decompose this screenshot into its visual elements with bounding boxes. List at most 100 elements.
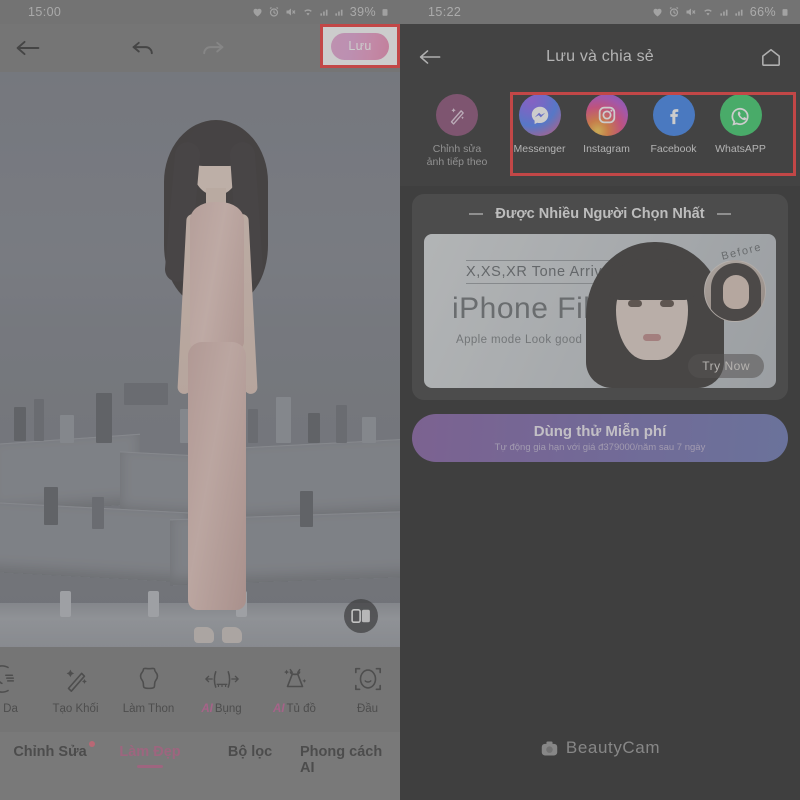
status-time: 15:00 [10, 5, 61, 19]
signal-icon [734, 6, 745, 18]
tool-slim[interactable]: Làm Thon [112, 664, 185, 715]
tool-label: AIBụng [201, 703, 241, 715]
promo-card[interactable]: Được Nhiều Người Chọn Nhất X,XS,XR Tone … [412, 194, 788, 400]
skin-icon [0, 664, 18, 694]
status-bar-left: 15:00 39% [0, 0, 400, 24]
tool-ai-belly[interactable]: AIBụng [185, 664, 258, 715]
instagram-icon [586, 94, 628, 136]
before-thumbnail [704, 260, 766, 322]
tab-phong-cach-ai[interactable]: Phong cách AI [300, 744, 400, 784]
cta-title: Dùng thử Miễn phí [534, 423, 667, 440]
tool-label: Tạo Khối [52, 703, 98, 715]
magic-wand-icon [61, 664, 91, 694]
battery-percent: 66% [750, 5, 776, 19]
home-icon [760, 47, 782, 67]
share-app-facebook[interactable]: Facebook [640, 94, 707, 156]
photo-canvas[interactable] [0, 72, 400, 647]
redo-button[interactable] [199, 39, 225, 57]
arrow-left-icon [15, 39, 41, 57]
tab-label: Phong cách AI [300, 744, 400, 776]
save-button-highlight: Lưu [320, 24, 400, 68]
ai-badge: AI [273, 703, 285, 715]
cta-subtitle: Tự động gia hạn với giá đ379000/năm sau … [495, 442, 706, 453]
tool-label-text: Bụng [215, 703, 242, 715]
divider-right [717, 213, 731, 215]
tool-label: Đầu [357, 703, 378, 715]
try-now-button[interactable]: Try Now [688, 354, 764, 378]
status-time: 15:22 [410, 5, 461, 19]
ai-badge: AI [201, 703, 213, 715]
tool-label: AITủ đồ [273, 703, 316, 715]
tool-head[interactable]: Đầu [331, 664, 400, 715]
undo-icon [131, 39, 157, 57]
tab-label: Chỉnh Sửa [13, 744, 86, 760]
arrow-left-icon [418, 48, 444, 66]
mute-icon [284, 6, 297, 18]
status-bar-right: 15:22 66% [400, 0, 800, 24]
tool-ai-wardrobe[interactable]: AITủ đồ [258, 664, 331, 715]
bottom-tab-bar: Chỉnh Sửa Làm Đẹp Bộ lọc Phong cách AI [0, 732, 400, 800]
label-line-2: ảnh tiếp theo [427, 156, 488, 168]
share-app-messenger[interactable]: Messenger [506, 94, 573, 156]
watermark-text: BeautyCam [566, 738, 660, 758]
save-button[interactable]: Lưu [331, 33, 389, 60]
messenger-icon [519, 94, 561, 136]
battery-icon [780, 6, 790, 18]
tab-underline [137, 765, 163, 768]
magic-wand-icon [436, 94, 478, 136]
beauty-tool-strip: ăn Da Tạo Khối Làm Thon AIBụng [0, 647, 400, 732]
signal-icon [719, 6, 730, 18]
tool-label: Làm Thon [123, 703, 175, 715]
beautycam-watermark: BeautyCam [400, 738, 800, 758]
heart-icon [651, 6, 664, 18]
share-app-label: WhatsAPP [715, 143, 766, 156]
tab-label: Làm Đẹp [119, 744, 180, 760]
divider-left [469, 213, 483, 215]
screenshot-root: 15:00 39% [0, 0, 800, 800]
tab-underline [37, 765, 63, 768]
badge-dot [89, 741, 95, 747]
tab-chinh-sua[interactable]: Chỉnh Sửa [0, 744, 100, 768]
signal-icon [319, 6, 330, 18]
share-next-edit-label: Chỉnh sửa ảnh tiếp theo [427, 143, 488, 169]
share-header: Lưu và chia sẻ [400, 24, 800, 90]
share-app-label: Instagram [583, 143, 630, 156]
tool-label-text: Tủ đồ [287, 703, 316, 715]
mute-icon [684, 6, 697, 18]
compare-before-after-button[interactable] [344, 599, 378, 633]
undo-button[interactable] [131, 39, 157, 57]
tab-label: Bộ lọc [228, 744, 272, 760]
wifi-icon [301, 6, 315, 18]
tab-underline [237, 765, 263, 768]
tab-bo-loc[interactable]: Bộ lọc [200, 744, 300, 768]
tool-contour[interactable]: Tạo Khối [39, 664, 112, 715]
facebook-icon [653, 94, 695, 136]
battery-icon [380, 6, 390, 18]
battery-percent: 39% [350, 5, 376, 19]
promo-banner[interactable]: X,XS,XR Tone Arrival iPhone Filters Appl… [424, 234, 776, 388]
back-button[interactable] [418, 48, 458, 66]
share-next-edit-button[interactable]: Chỉnh sửa ảnh tiếp theo [424, 94, 490, 169]
back-button[interactable] [0, 39, 56, 57]
signal-icon [334, 6, 345, 18]
head-icon [351, 664, 385, 694]
waist-icon [205, 664, 239, 694]
share-app-instagram[interactable]: Instagram [573, 94, 640, 156]
body-slim-icon [134, 664, 164, 694]
whatsapp-icon [720, 94, 762, 136]
free-trial-button[interactable]: Dùng thử Miễn phí Tự động gia hạn với gi… [412, 414, 788, 462]
tab-underline [337, 781, 363, 784]
tab-lam-dep[interactable]: Làm Đẹp [100, 744, 200, 768]
home-button[interactable] [742, 47, 782, 67]
wifi-icon [701, 6, 715, 18]
share-app-whatsapp[interactable]: WhatsAPP [707, 94, 774, 156]
alarm-icon [268, 6, 280, 18]
redo-icon [199, 39, 225, 57]
page-title: Lưu và chia sẻ [458, 48, 742, 66]
share-apps-group: Messenger Instagram Facebook [506, 94, 774, 156]
tool-skin[interactable]: ăn Da [0, 664, 39, 715]
share-app-label: Facebook [650, 143, 696, 156]
dress-icon [279, 664, 311, 694]
label-line-1: Chỉnh sửa [433, 143, 481, 155]
alarm-icon [668, 6, 680, 18]
